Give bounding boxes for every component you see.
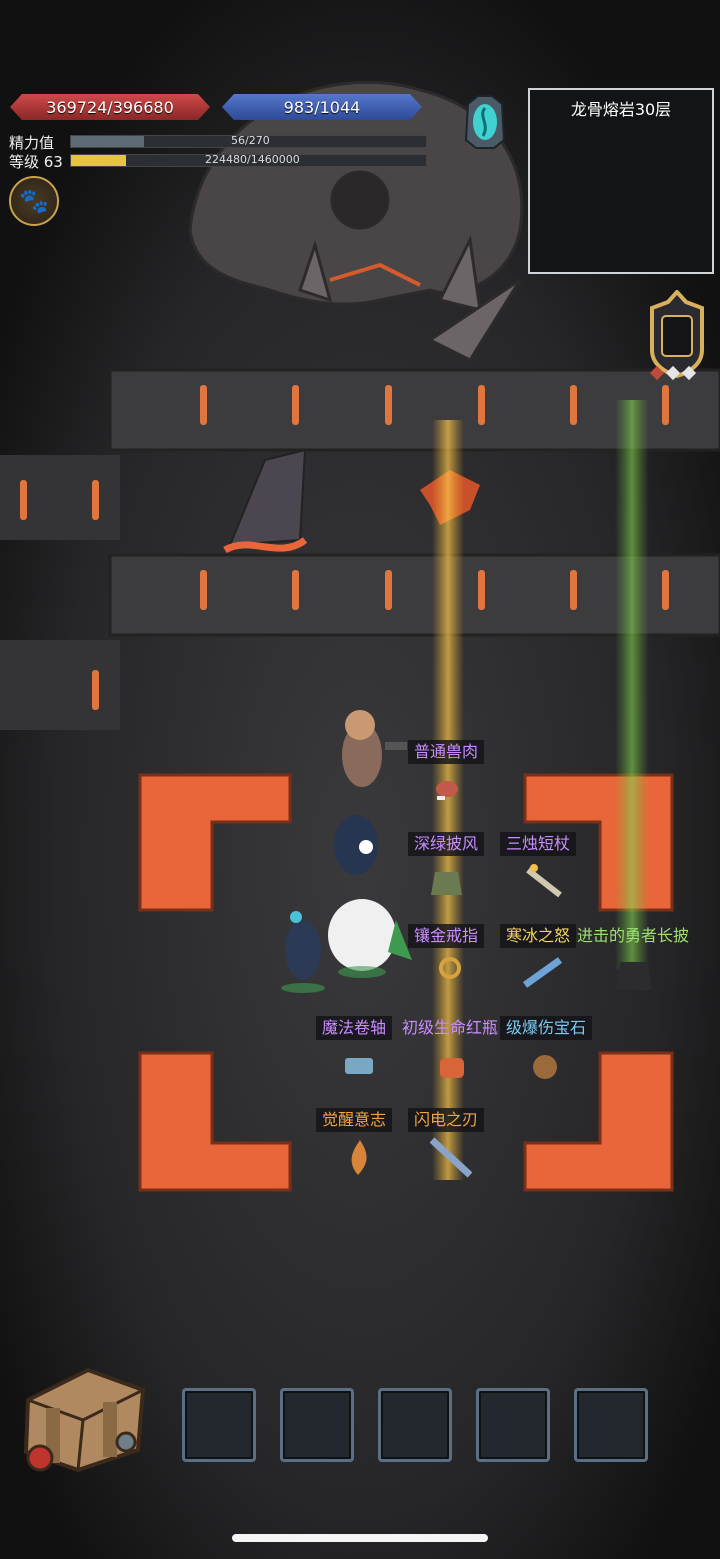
- exp-bar: 224480/1460000: [70, 153, 427, 167]
- energy-value: 56/270: [231, 134, 270, 147]
- loot-label-crit-gem[interactable]: 级爆伤宝石: [500, 1016, 593, 1040]
- loot-label-brave-cloak[interactable]: 进击的勇者长披: [573, 924, 693, 948]
- backpack-icon[interactable]: [18, 1360, 148, 1475]
- paw-icon: 🐾: [19, 187, 49, 215]
- pet-button[interactable]: 🐾: [9, 176, 59, 226]
- exp-value: 224480/1460000: [205, 153, 300, 166]
- hp-text: 369724/396680: [46, 97, 174, 117]
- gem-icon: [533, 1055, 557, 1079]
- loot-beam-green: [615, 400, 649, 970]
- mp-text: 983/1044: [283, 97, 361, 117]
- loot-label-frost-wrath[interactable]: 寒冰之怒: [500, 924, 577, 948]
- crest-shield-icon[interactable]: [646, 290, 708, 382]
- loot-label-lightning-blade[interactable]: 闪电之刃: [408, 1108, 485, 1132]
- mp-bar: 983/1044: [222, 94, 422, 120]
- exp-bar-fill: [71, 155, 126, 166]
- quick-slot-4[interactable]: [476, 1388, 550, 1462]
- loot-label-awakening-will[interactable]: 觉醒意志: [316, 1108, 393, 1132]
- loot-label-health-potion[interactable]: 初级生命红瓶: [396, 1016, 504, 1040]
- portal-button[interactable]: [458, 94, 512, 150]
- floor-title: 龙骨熔岩30层: [570, 100, 672, 119]
- minimap[interactable]: 龙骨熔岩30层: [528, 88, 714, 274]
- loot-label-three-candle-staff[interactable]: 三烛短杖: [500, 832, 577, 856]
- quick-slot-1[interactable]: [182, 1388, 256, 1462]
- cloak-icon: [431, 872, 462, 895]
- loot-label-gilded-ring[interactable]: 镶金戒指: [408, 924, 485, 948]
- energy-bar-fill: [71, 136, 145, 147]
- hp-bar: 369724/396680: [10, 94, 210, 120]
- companion-blue-hood[interactable]: [334, 815, 378, 875]
- level-label: 等级 63: [9, 153, 63, 171]
- potion-icon: [440, 1058, 464, 1078]
- quick-slot-5[interactable]: [574, 1388, 648, 1462]
- energy-bar: 56/270: [70, 134, 427, 148]
- loot-label-common-meat[interactable]: 普通兽肉: [408, 740, 485, 764]
- brave-cloak-icon: [616, 962, 652, 990]
- loot-label-magic-scroll[interactable]: 魔法卷轴: [316, 1016, 393, 1040]
- loot-label-dark-green-cloak[interactable]: 深绿披风: [408, 832, 485, 856]
- home-indicator[interactable]: [232, 1534, 488, 1542]
- portal-crystal-icon: [464, 95, 506, 149]
- energy-label: 精力值: [9, 134, 55, 152]
- quick-slot-2[interactable]: [280, 1388, 354, 1462]
- quick-slot-3[interactable]: [378, 1388, 452, 1462]
- scroll-icon: [345, 1058, 373, 1074]
